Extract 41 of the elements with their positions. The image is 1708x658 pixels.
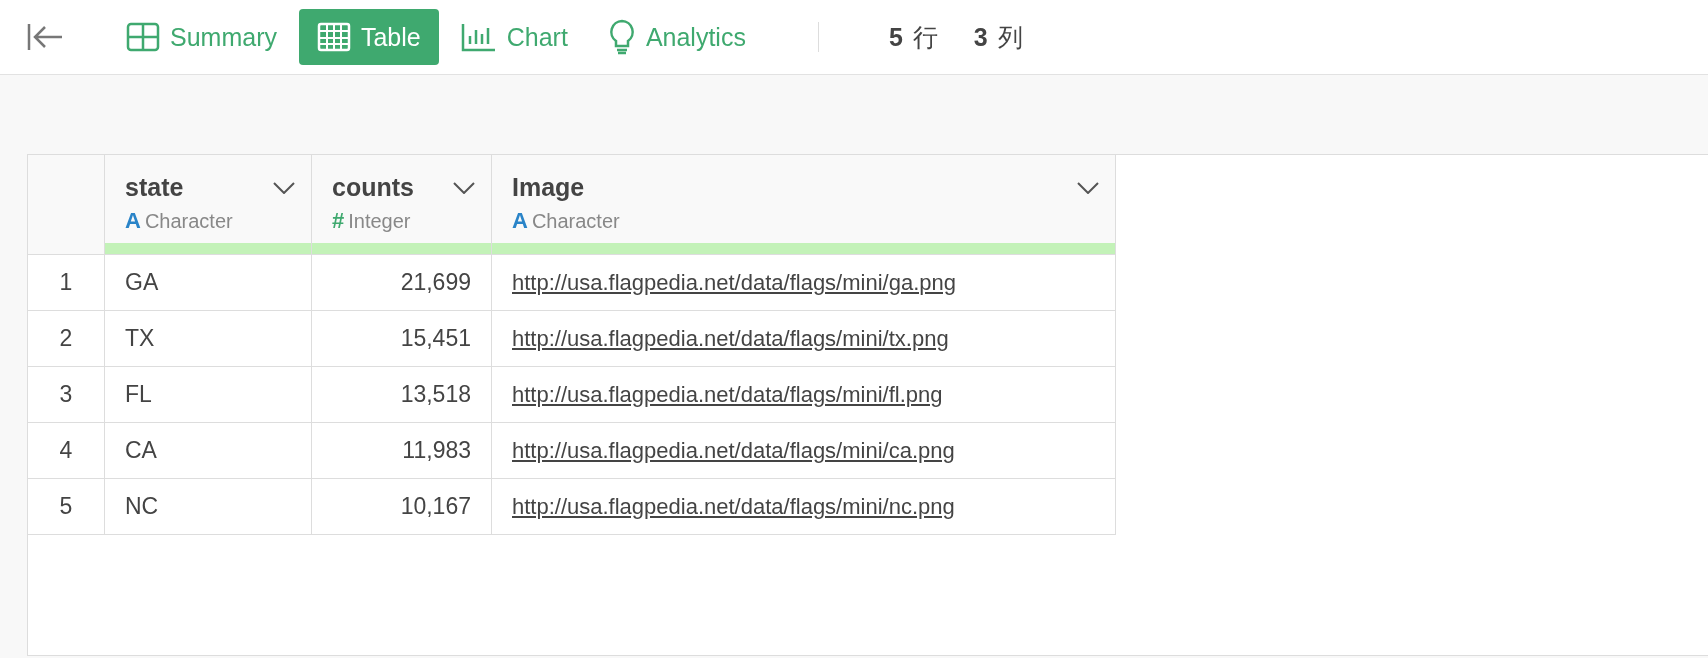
column-type: Character [144,209,233,233]
row-number: 5 [28,479,105,535]
url-link[interactable]: http://usa.flagpedia.net/data/flags/mini/fl.png [512,381,943,408]
row-number: 4 [28,423,105,479]
column-name: Image [512,173,585,202]
table-cell: 10,167 [312,479,492,535]
table-icon [316,22,351,52]
lightbulb-icon [607,19,636,55]
row-number: 2 [28,311,105,367]
column-name: counts [332,173,414,202]
table-cell: 15,451 [312,311,492,367]
table-cell: NC [105,479,312,535]
url-link[interactable]: http://usa.flagpedia.net/data/flags/mini/ca.png [512,437,955,464]
table-cell: 21,699 [312,255,492,311]
table-cell: TX [105,311,312,367]
table-cell: GA [105,255,312,311]
column-name: state [125,173,184,202]
row-number: 3 [28,367,105,423]
column-type: Integer [348,209,411,233]
chevron-down-icon[interactable] [453,181,475,194]
row-count: 5 [888,22,903,52]
table-cell: FL [105,367,312,423]
column-count: 3 [973,22,988,52]
collapse-left-icon[interactable] [26,22,64,52]
type-symbol: A [512,208,528,234]
url-link[interactable]: http://usa.flagpedia.net/data/flags/mini/nc.png [512,493,955,520]
url-link[interactable]: http://usa.flagpedia.net/data/flags/mini/ga.png [512,269,956,296]
type-symbol: # [332,208,345,234]
row-number: 1 [28,255,105,311]
bar-chart-icon [460,22,497,52]
row-count-label: 行 [912,21,938,53]
grid-icon [126,22,160,52]
url-link[interactable]: http://usa.flagpedia.net/data/flags/mini/tx.png [512,325,949,352]
column-type: Character [531,209,620,233]
table-cell: 13,518 [312,367,492,423]
chevron-down-icon[interactable] [273,181,295,194]
type-symbol: A [125,208,141,234]
table-cell: CA [105,423,312,479]
table-cell: 11,983 [312,423,492,479]
chevron-down-icon[interactable] [1077,181,1099,194]
column-count-label: 列 [997,21,1023,53]
